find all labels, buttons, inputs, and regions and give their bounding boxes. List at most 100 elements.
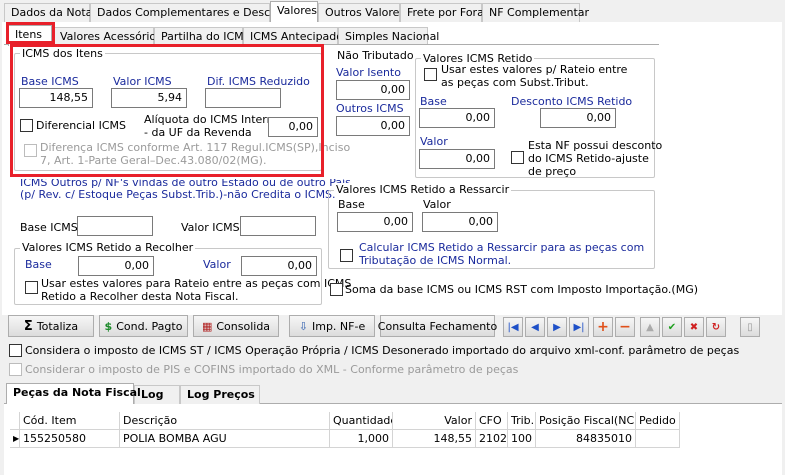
col-posicao-fiscal[interactable]: Posição Fiscal(NCM) bbox=[536, 412, 636, 430]
desconto-icms-retido-label: Desconto ICMS Retido bbox=[511, 95, 633, 108]
last-record-icon[interactable]: ▶| bbox=[569, 317, 589, 337]
considera-pis-checkbox[interactable] bbox=[9, 363, 22, 376]
cell-cfo[interactable]: 2102 bbox=[476, 430, 508, 448]
cancel-record-icon[interactable]: ✖ bbox=[684, 317, 704, 337]
col-cod-item[interactable]: Cód. Item bbox=[20, 412, 120, 430]
itens-tab-highlight bbox=[6, 22, 55, 44]
tab-icms-antecipado[interactable]: ICMS Antecipado bbox=[243, 27, 343, 44]
retido-recolher-base-label: Base bbox=[25, 258, 52, 271]
tab-simples-nacional[interactable]: Simples Nacional bbox=[338, 27, 439, 44]
ressarcir-check-label-1: Calcular ICMS Retido a Ressarcir para as… bbox=[359, 241, 645, 254]
cell-descricao[interactable]: POLIA BOMBA AGU bbox=[120, 430, 330, 448]
retido-base-input[interactable]: 0,00 bbox=[419, 108, 495, 128]
retido-base-label: Base bbox=[420, 95, 447, 108]
icms-outros-label-2: (p/ Rev. c/ Estoque Peças Subst.Trib.)-n… bbox=[20, 188, 336, 201]
cell-quantidade[interactable]: 1,000 bbox=[330, 430, 393, 448]
valor-isento-input[interactable]: 0,00 bbox=[336, 80, 410, 100]
cell-valor[interactable]: 148,55 bbox=[393, 430, 476, 448]
col-cfo[interactable]: CFO bbox=[476, 412, 508, 430]
refresh-icon[interactable]: ↻ bbox=[706, 317, 726, 337]
tab-outros-valores[interactable]: Outros Valores bbox=[318, 3, 405, 22]
retido-recolher-check-label-2: Retido a Recolher desta Nota Fiscal. bbox=[41, 290, 239, 303]
ressarcir-title: Valores ICMS Retido a Ressarcir bbox=[334, 183, 512, 196]
ressarcir-base-input[interactable]: 0,00 bbox=[337, 212, 413, 232]
import-icon: ⇩ bbox=[298, 319, 308, 333]
consulta-fechamento-label: Consulta Fechamento bbox=[377, 319, 498, 333]
considera-icms-checkbox[interactable] bbox=[9, 344, 22, 357]
consulta-fechamento-button[interactable]: Consulta Fechamento bbox=[377, 315, 498, 337]
tab-log[interactable]: Log bbox=[134, 385, 180, 404]
ressarcir-valor-label: Valor bbox=[423, 198, 451, 211]
desconto-icms-retido-input[interactable]: 0,00 bbox=[540, 108, 616, 128]
imp-nfe-label: Imp. NF-e bbox=[311, 319, 366, 333]
retido-rateio-label-1: Usar estes valores p/ Rateio entre bbox=[441, 63, 628, 76]
nf-desconto-label-2: do ICMS Retido-ajuste bbox=[528, 152, 649, 165]
cond-pagto-button[interactable]: $ Cond. Pagto bbox=[99, 315, 188, 337]
col-pedido[interactable]: Pedido bbox=[636, 412, 680, 430]
cell-cod-item[interactable]: 155250580 bbox=[20, 430, 120, 448]
totaliza-button[interactable]: Σ Totaliza bbox=[8, 315, 94, 337]
cell-trib[interactable]: 100 bbox=[508, 430, 536, 448]
tab-dados-da-nota[interactable]: Dados da Nota bbox=[4, 3, 92, 22]
considera-icms-label: Considera o imposto de ICMS ST / ICMS Op… bbox=[25, 344, 740, 357]
ressarcir-valor-input[interactable]: 0,00 bbox=[422, 212, 498, 232]
retido-valor-input[interactable]: 0,00 bbox=[419, 149, 495, 169]
prior-record-icon[interactable]: ◀ bbox=[525, 317, 545, 337]
icms-outros-base-label: Base ICMS bbox=[20, 221, 78, 234]
col-trib[interactable]: Trib. bbox=[508, 412, 536, 430]
cell-posicao-fiscal[interactable]: 84835010 bbox=[536, 430, 636, 448]
tab-valores-acessorios[interactable]: Valores Acessórios bbox=[53, 27, 162, 44]
ressarcir-checkbox[interactable] bbox=[340, 249, 353, 262]
retido-valor-label: Valor bbox=[420, 135, 448, 148]
col-quantidade[interactable]: Quantidade bbox=[330, 412, 393, 430]
considera-pis-label: Considerar o imposto de PIS e COFINS imp… bbox=[25, 363, 519, 376]
retido-rateio-label-2: as peças com Subst.Tribut. bbox=[441, 76, 589, 89]
consolidate-icon: ▦ bbox=[201, 319, 213, 333]
nf-desconto-label-3: de preço bbox=[528, 165, 577, 178]
retido-recolher-valor-input[interactable]: 0,00 bbox=[241, 256, 317, 276]
icms-itens-highlight bbox=[10, 44, 324, 177]
nao-tributado-title: Não Tributado bbox=[337, 49, 414, 62]
nf-desconto-label-1: Esta NF possui desconto bbox=[528, 139, 663, 152]
post-record-icon[interactable]: ✔ bbox=[662, 317, 682, 337]
next-record-icon[interactable]: ▶ bbox=[547, 317, 567, 337]
outros-icms-input[interactable]: 0,00 bbox=[336, 116, 410, 136]
consolida-label: Consolida bbox=[216, 319, 271, 333]
retido-recolher-title: Valores ICMS Retido a Recolher bbox=[20, 241, 196, 254]
first-record-icon[interactable]: |◀ bbox=[503, 317, 523, 337]
imp-nfe-button[interactable]: ⇩ Imp. NF-e bbox=[289, 315, 375, 337]
icms-outros-base-input[interactable] bbox=[77, 216, 153, 236]
panel-toggle-icon[interactable]: ▯ bbox=[740, 317, 760, 337]
tab-frete-por-fora[interactable]: Frete por Fora bbox=[400, 3, 484, 22]
totaliza-label: Totaliza bbox=[36, 319, 79, 333]
tab-log-precos[interactable]: Log Preços bbox=[180, 385, 260, 404]
nf-desconto-checkbox[interactable] bbox=[511, 151, 524, 164]
tab-nf-complementar[interactable]: NF Complementar bbox=[482, 3, 589, 22]
consolida-button[interactable]: ▦ Consolida bbox=[193, 315, 279, 337]
col-descricao[interactable]: Descrição bbox=[120, 412, 330, 430]
row-indicator-icon: ▶ bbox=[10, 430, 20, 448]
table-row[interactable]: ▶ 155250580 POLIA BOMBA AGU 1,000 148,55… bbox=[10, 430, 680, 448]
outros-icms-label: Outros ICMS bbox=[336, 102, 404, 115]
retido-recolher-base-input[interactable]: 0,00 bbox=[78, 256, 154, 276]
money-icon: $ bbox=[104, 319, 113, 333]
soma-base-checkbox[interactable] bbox=[330, 283, 343, 296]
tab-partilha-icms[interactable]: Partilha do ICMS bbox=[154, 27, 251, 44]
delete-record-icon[interactable]: − bbox=[615, 317, 635, 337]
add-record-icon[interactable]: + bbox=[593, 317, 613, 337]
retido-recolher-check-label-1: Usar estes valores para Rateio entre as … bbox=[41, 277, 352, 290]
soma-base-label: Soma da base ICMS ou ICMS RST com Impost… bbox=[345, 283, 699, 296]
icms-outros-valor-input[interactable] bbox=[240, 216, 316, 236]
col-valor[interactable]: Valor bbox=[393, 412, 476, 430]
retido-rateio-checkbox[interactable] bbox=[424, 68, 437, 81]
tab-dados-complementares[interactable]: Dados Complementares e Desconto bbox=[90, 3, 295, 22]
retido-recolher-checkbox[interactable] bbox=[25, 281, 38, 294]
edit-record-icon[interactable]: ▲ bbox=[640, 317, 660, 337]
tab-pecas-nota-fiscal[interactable]: Peças da Nota Fiscal bbox=[6, 383, 141, 404]
tab-valores[interactable]: Valores bbox=[270, 1, 318, 22]
cell-pedido[interactable] bbox=[636, 430, 680, 448]
cond-pagto-label: Cond. Pagto bbox=[116, 319, 183, 333]
grid-header: Cód. Item Descrição Quantidade Valor CFO… bbox=[10, 412, 680, 430]
valor-isento-label: Valor Isento bbox=[336, 66, 401, 79]
ressarcir-base-label: Base bbox=[338, 198, 365, 211]
